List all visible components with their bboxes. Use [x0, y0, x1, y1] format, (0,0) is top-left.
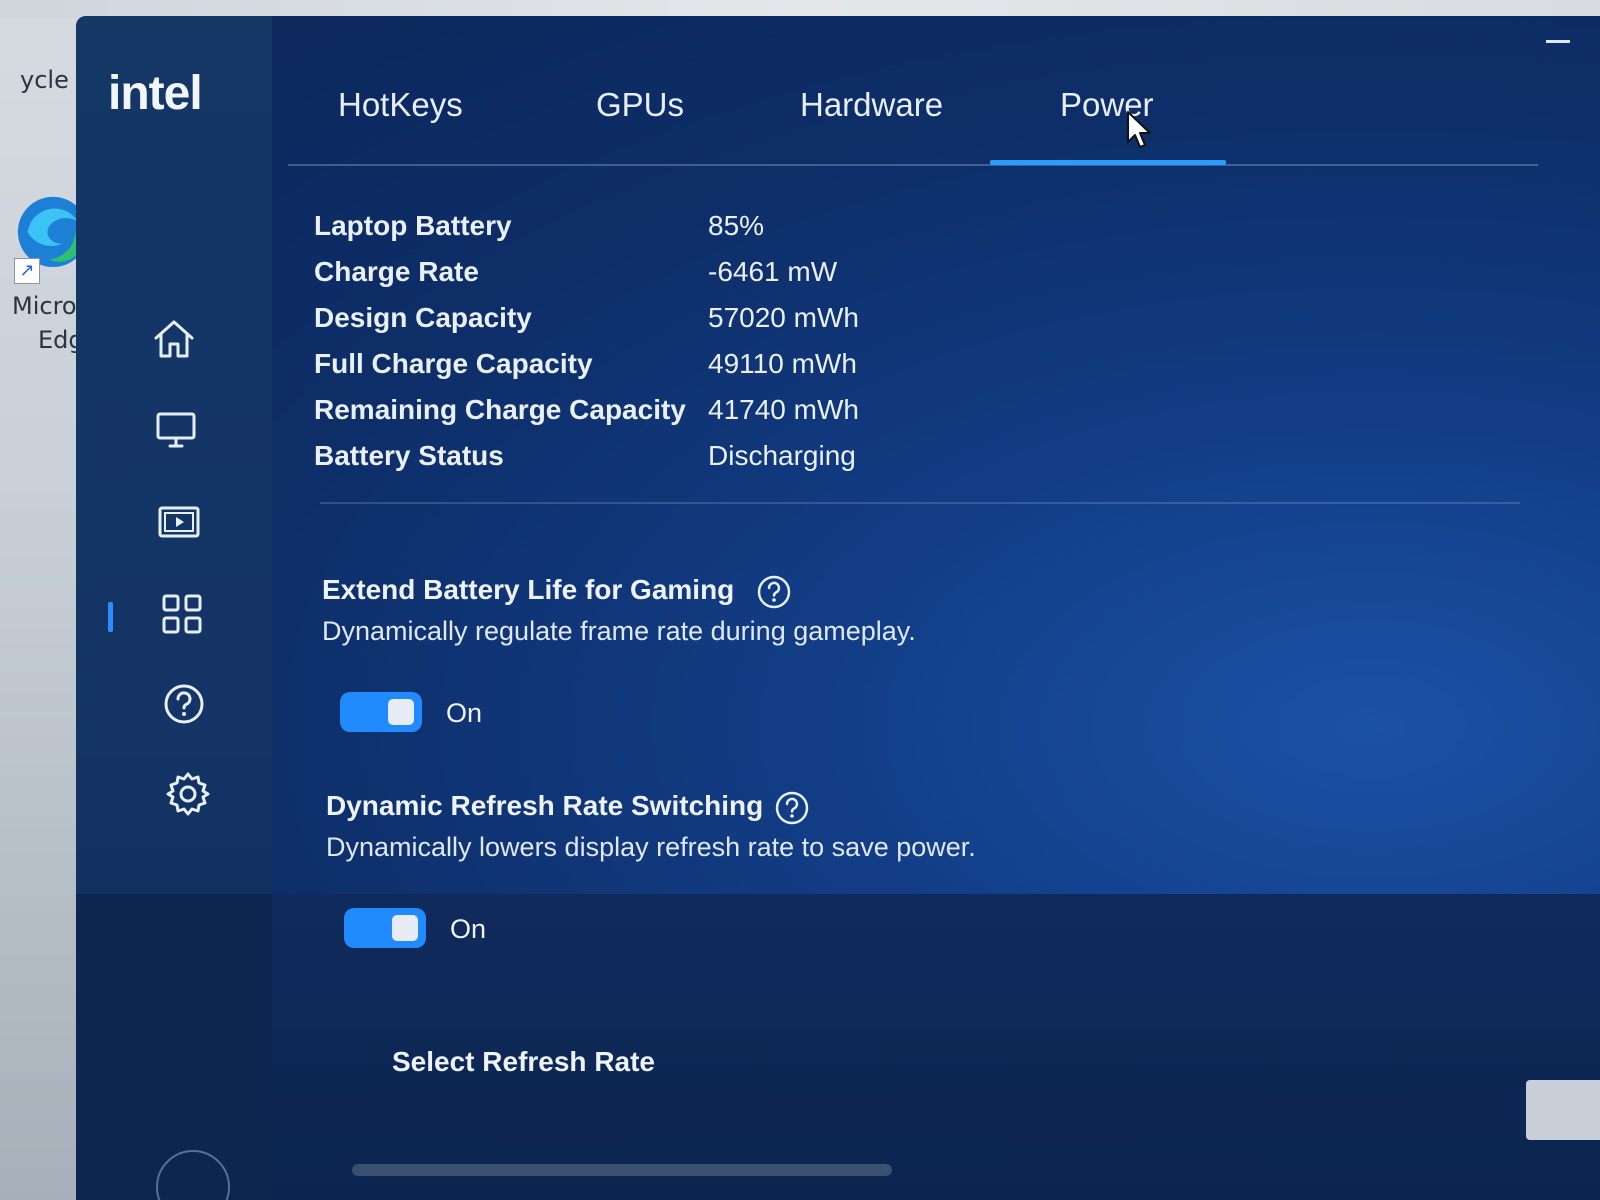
dynamic-refresh-state-label: On	[450, 914, 487, 944]
display-icon[interactable]	[150, 404, 202, 456]
recycle-bin-label: ycle	[20, 66, 69, 94]
intel-graphics-window: intel HotKeys GPUs Hardware Power Laptop…	[76, 16, 1600, 1200]
remaining-charge-capacity-label: Remaining Charge Capacity	[314, 394, 686, 425]
battery-status-value: Discharging	[708, 440, 856, 471]
section-divider	[320, 502, 1520, 504]
extend-battery-title: Extend Battery Life for Gaming	[322, 574, 735, 605]
charge-rate-label: Charge Rate	[314, 256, 479, 287]
extend-battery-state-label: On	[446, 698, 483, 728]
extend-battery-help-icon[interactable]	[756, 574, 792, 610]
tab-gpus[interactable]: GPUs	[596, 86, 684, 124]
design-capacity-value: 57020 mWh	[708, 302, 859, 333]
full-charge-capacity-label: Full Charge Capacity	[314, 348, 593, 379]
battery-row: Laptop Battery 85%	[314, 210, 1014, 256]
tab-bar: HotKeys GPUs Hardware Power	[288, 86, 1248, 170]
sidebar-active-indicator	[108, 602, 113, 632]
tab-hotkeys[interactable]: HotKeys	[338, 86, 463, 124]
gear-icon[interactable]	[162, 768, 214, 820]
intel-logo: intel	[108, 67, 203, 120]
shortcut-arrow-icon: ↗	[14, 258, 40, 284]
refresh-rate-dropdown[interactable]	[352, 1164, 892, 1176]
dynamic-refresh-description: Dynamically lowers display refresh rate …	[326, 832, 976, 862]
full-charge-capacity-row: Full Charge Capacity 49110 mWh	[314, 348, 1014, 394]
minimize-button[interactable]	[1546, 40, 1570, 43]
apps-grid-icon[interactable]	[156, 588, 208, 640]
charge-rate-value: -6461 mW	[708, 256, 838, 287]
battery-label: Laptop Battery	[314, 210, 512, 241]
remaining-charge-capacity-row: Remaining Charge Capacity 41740 mWh	[314, 394, 1014, 440]
tab-active-underline	[990, 160, 1226, 165]
video-icon[interactable]	[154, 496, 206, 548]
tab-hardware[interactable]: Hardware	[800, 86, 943, 124]
dynamic-refresh-title: Dynamic Refresh Rate Switching	[326, 790, 764, 821]
extend-battery-description: Dynamically regulate frame rate during g…	[322, 616, 916, 646]
scroll-handle[interactable]	[1526, 1080, 1600, 1140]
remaining-charge-capacity-value: 41740 mWh	[708, 394, 859, 425]
select-refresh-rate-label: Select Refresh Rate	[392, 1046, 656, 1077]
extend-battery-toggle[interactable]	[340, 692, 422, 732]
design-capacity-row: Design Capacity 57020 mWh	[314, 302, 1014, 348]
home-icon[interactable]	[148, 312, 200, 364]
battery-status-label: Battery Status	[314, 440, 504, 471]
dynamic-refresh-help-icon[interactable]	[774, 790, 810, 826]
toggle-knob	[392, 915, 418, 941]
dynamic-refresh-toggle[interactable]	[344, 908, 426, 948]
design-capacity-label: Design Capacity	[314, 302, 532, 333]
help-icon[interactable]	[158, 678, 210, 730]
mouse-pointer-icon	[1126, 110, 1154, 150]
battery-value: 85%	[708, 210, 765, 241]
battery-status-row: Battery Status Discharging	[314, 440, 1014, 486]
charge-rate-row: Charge Rate -6461 mW	[314, 256, 1014, 302]
tab-bar-divider	[288, 164, 1538, 166]
toggle-knob	[388, 699, 414, 725]
full-charge-capacity-value: 49110 mWh	[708, 348, 857, 379]
battery-info-table: Laptop Battery 85% Charge Rate -6461 mW …	[314, 210, 1014, 486]
